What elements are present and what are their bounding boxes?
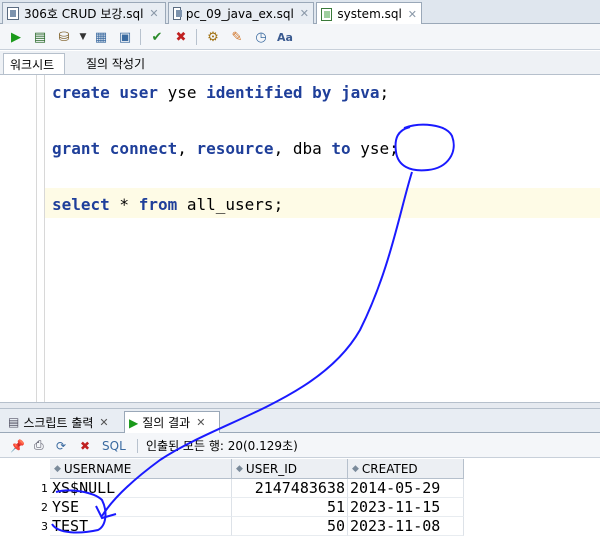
cell-username[interactable]: TEST [50,517,232,536]
run-script-icon[interactable]: ▤ [31,28,49,46]
worksheet-toolbar: ▶ ▤ ⛁ ▼ ▦ ▣ ✔ ✖ ⚙ ✎ ◷ Aa [0,24,600,50]
sql-tuning-icon[interactable]: ⚙ [204,28,222,46]
refresh-icon[interactable]: ⟳ [56,437,66,454]
script-output-icon: ▤ [8,415,20,429]
file-tab-crud[interactable]: 306호 CRUD 보강.sql ✕ [2,2,166,24]
column-header-user-id[interactable]: ◆ USER_ID [232,459,348,479]
sort-icon: ◆ [54,463,61,474]
format-icon[interactable]: Aa [276,28,294,46]
row-number: 1 [41,482,48,495]
close-icon[interactable]: ✕ [149,7,158,20]
tab-worksheet[interactable]: 워크시트 [3,53,65,74]
tab-script-output[interactable]: ▤ 스크립트 출력 ✕ [4,411,120,433]
cell-username[interactable]: XS$NULL [50,479,232,498]
cell-user-id[interactable]: 51 [232,498,348,517]
file-tab-label: pc_09_java_ex.sql [185,6,294,21]
run-statement-icon[interactable]: ▶ [7,28,25,46]
result-grid: ◆ USERNAME ◆ USER_ID ◆ CREATED 1 XS$NULL 21… [0,459,600,542]
sort-icon: ◆ [236,463,243,474]
column-header-created[interactable]: ◆ CREATED [348,459,464,479]
close-icon[interactable]: ✕ [196,416,205,429]
rollback-icon[interactable]: ✖ [172,28,190,46]
run-icon: ▶ [129,415,139,430]
cell-username[interactable]: YSE [50,498,232,517]
dropdown-icon[interactable]: ▼ [74,28,92,46]
column-header-username[interactable]: ◆ USERNAME [50,459,232,479]
autotrace-icon[interactable]: ▣ [116,28,134,46]
history-icon[interactable]: ◷ [252,28,270,46]
file-tab-system[interactable]: system.sql ✕ [316,2,422,25]
panel-splitter[interactable] [0,402,600,409]
sql-button[interactable]: SQL [102,437,126,454]
fetch-status: 인출된 모든 행: 20(0.129초) [146,439,298,453]
code-line-3: select * from all_users; [52,195,284,214]
sql-editor[interactable]: create user yse identified by java; gran… [0,75,600,402]
row-number: 2 [41,501,48,514]
cell-user-id[interactable]: 50 [232,517,348,536]
cell-created[interactable]: 2023-11-15 [348,498,464,517]
code-line-2: grant connect, resource, dba to yse; [52,139,399,158]
file-tab-bar: 306호 CRUD 보강.sql ✕ pc_09_java_ex.sql ✕ s… [0,0,600,25]
explain-plan-icon[interactable]: ▦ [92,28,110,46]
row-number: 3 [41,520,48,533]
commit-changes-icon[interactable]: ✔ [148,28,166,46]
close-icon[interactable]: ✕ [300,7,309,20]
file-tab-label: 306호 CRUD 보강.sql [24,7,144,21]
worksheet-subtab-bar: 워크시트 질의 작성기 [0,51,600,75]
cancel-query-icon[interactable]: ✖ [80,437,90,454]
result-tab-bar: ▤ 스크립트 출력 ✕ ▶ 질의 결과 ✕ [0,409,600,433]
cell-created[interactable]: 2023-11-08 [348,517,464,536]
cell-user-id[interactable]: 2147483638 [232,479,348,498]
commit-icon[interactable]: ⛁ [55,28,73,46]
line-gutter [0,75,37,402]
tab-query-builder[interactable]: 질의 작성기 [80,53,151,74]
worksheet-icon [7,7,19,20]
pin-icon[interactable]: 📌 [10,437,25,454]
close-icon[interactable]: ✕ [408,8,417,21]
close-icon[interactable]: ✕ [99,416,108,429]
result-toolbar: 📌 ⎙ ⟳ ✖ SQL 인출된 모든 행: 20(0.129초) [0,433,600,458]
file-tab-label: system.sql [337,7,402,21]
code-line-1: create user yse identified by java; [52,83,390,102]
tab-query-result[interactable]: ▶ 질의 결과 ✕ [124,411,220,433]
worksheet-icon [173,7,182,20]
sql-worksheet-icon [321,7,333,21]
sort-icon: ◆ [352,463,359,474]
eraser-icon[interactable]: ✎ [228,28,246,46]
print-icon[interactable]: ⎙ [34,437,44,454]
file-tab-pc09[interactable]: pc_09_java_ex.sql ✕ [168,2,314,24]
cell-created[interactable]: 2014-05-29 [348,479,464,498]
